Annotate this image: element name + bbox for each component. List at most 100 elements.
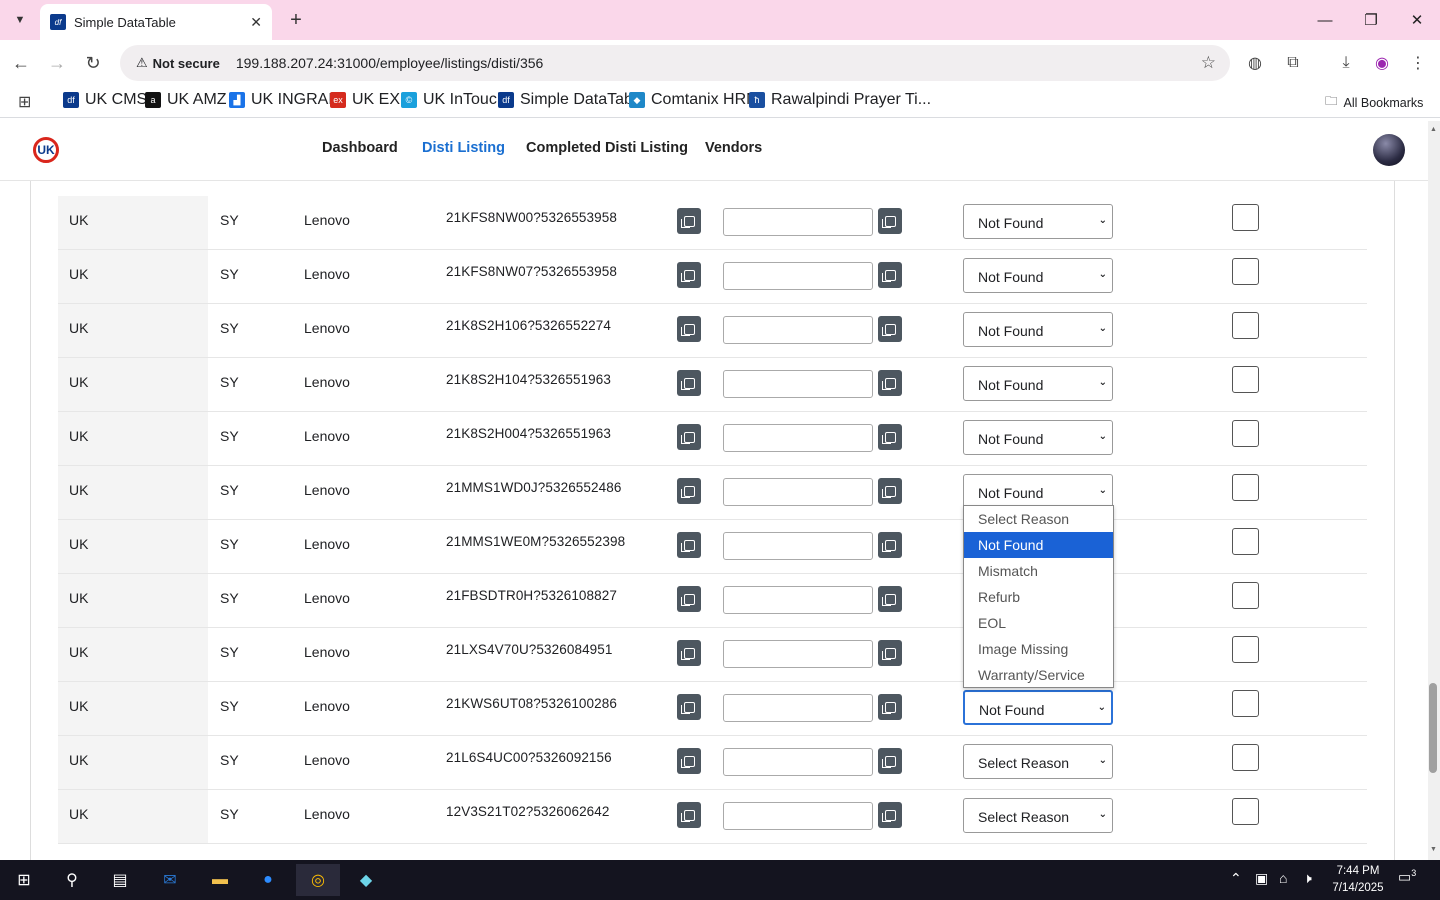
copy-sku-button[interactable] [677, 640, 701, 666]
copy-sku-button[interactable] [677, 424, 701, 450]
paste-link-button[interactable] [878, 262, 902, 288]
paste-link-button[interactable] [878, 802, 902, 828]
extensions-icon[interactable]: ⧉ [1280, 50, 1306, 76]
link-input[interactable] [723, 748, 873, 776]
paste-link-button[interactable] [878, 640, 902, 666]
link-input[interactable] [723, 640, 873, 668]
nav-item[interactable]: Completed Disti Listing [526, 140, 688, 156]
minimize-icon[interactable]: — [1302, 0, 1348, 40]
dropdown-option[interactable]: Mismatch [964, 558, 1113, 584]
system-clock[interactable]: 7:44 PM 7/14/2025 [1323, 863, 1393, 897]
paste-link-button[interactable] [878, 316, 902, 342]
reason-select[interactable]: Not Found⌄ [963, 258, 1113, 293]
paste-link-button[interactable] [878, 478, 902, 504]
download-icon[interactable]: ⤓ [1333, 50, 1359, 76]
row-checkbox[interactable] [1232, 744, 1259, 771]
close-window-icon[interactable]: ✕ [1394, 0, 1440, 40]
paste-link-button[interactable] [878, 370, 902, 396]
reason-select[interactable]: Select Reason ⌄ [963, 744, 1113, 779]
bookmark-star-icon[interactable]: ☆ [1201, 53, 1216, 73]
link-input[interactable] [723, 208, 873, 236]
task-view-icon[interactable]: ▤ [98, 864, 142, 896]
bookmark-item[interactable]: ▟ UK INGRAM [229, 90, 342, 110]
link-input[interactable] [723, 802, 873, 830]
reason-select[interactable]: Not Found⌄ [963, 366, 1113, 401]
bookmark-item[interactable]: ◆ Comtanix HRM [629, 90, 759, 110]
row-checkbox[interactable] [1232, 204, 1259, 231]
wifi-icon[interactable]: ⌂ [1279, 870, 1287, 886]
copy-sku-button[interactable] [677, 370, 701, 396]
bookmark-item[interactable]: ħ Rawalpindi Prayer Ti... [749, 90, 931, 110]
file-explorer-icon[interactable]: ▬ [198, 864, 242, 896]
apps-grid-icon[interactable]: ⊞ [18, 92, 31, 112]
dropdown-option[interactable]: Select Reason [964, 506, 1113, 532]
dropdown-option[interactable]: Refurb [964, 584, 1113, 610]
reason-select[interactable]: Not Found⌄ [963, 312, 1113, 347]
paste-link-button[interactable] [878, 424, 902, 450]
row-checkbox[interactable] [1232, 474, 1259, 501]
reason-dropdown-list[interactable]: Select Reason Not Found Mismatch Refurb EOL I… [963, 505, 1114, 688]
link-input[interactable] [723, 532, 873, 560]
profile-icon[interactable]: ◉ [1369, 50, 1395, 76]
link-input[interactable] [723, 694, 873, 722]
nav-item[interactable]: Vendors [705, 140, 762, 156]
start-windows-icon[interactable]: ⊞ [2, 864, 46, 896]
paste-link-button[interactable] [878, 208, 902, 234]
copy-sku-button[interactable] [677, 586, 701, 612]
bookmark-item[interactable]: © UK InTouch [401, 90, 506, 110]
row-checkbox[interactable] [1232, 582, 1259, 609]
zoom-icon[interactable]: ● [246, 864, 290, 896]
paste-link-button[interactable] [878, 748, 902, 774]
uk-logo[interactable]: UK [33, 137, 59, 163]
volume-muted-icon[interactable]: 🕨 [1303, 870, 1312, 887]
reload-icon[interactable]: ↻ [80, 50, 106, 76]
bookmark-item[interactable]: df Simple DataTable [498, 90, 645, 110]
row-checkbox[interactable] [1232, 312, 1259, 339]
row-checkbox[interactable] [1232, 636, 1259, 663]
row-checkbox[interactable] [1232, 258, 1259, 285]
outlook-icon[interactable]: ✉ [148, 864, 192, 896]
row-checkbox[interactable] [1232, 528, 1259, 555]
link-input[interactable] [723, 478, 873, 506]
copy-sku-button[interactable] [677, 208, 701, 234]
scrollbar-thumb[interactable] [1429, 683, 1437, 773]
bookmark-item[interactable]: ex UK EX [330, 90, 400, 110]
link-input[interactable] [723, 424, 873, 452]
paste-link-button[interactable] [878, 586, 902, 612]
chrome-icon[interactable]: ◎ [296, 864, 340, 896]
scroll-down-icon[interactable]: ▼ [1430, 846, 1437, 853]
row-checkbox[interactable] [1232, 690, 1259, 717]
reason-select[interactable]: Select Reason ⌄ [963, 798, 1113, 833]
dropdown-option[interactable]: EOL [964, 610, 1113, 636]
back-icon[interactable]: ← [8, 50, 34, 76]
security-indicator[interactable]: ⚠ Not secure [128, 50, 228, 76]
link-input[interactable] [723, 262, 873, 290]
bookmark-item[interactable]: a UK AMZ [145, 90, 227, 110]
row-checkbox[interactable] [1232, 366, 1259, 393]
dropdown-option[interactable]: Warranty/Service [964, 662, 1113, 688]
copy-sku-button[interactable] [677, 802, 701, 828]
notifications-icon[interactable]: ▭3 [1398, 868, 1416, 886]
copy-sku-button[interactable] [677, 532, 701, 558]
row-checkbox[interactable] [1232, 798, 1259, 825]
copy-sku-button[interactable] [677, 478, 701, 504]
paste-link-button[interactable] [878, 532, 902, 558]
reason-select[interactable]: Not Found⌄ [963, 690, 1113, 725]
link-input[interactable] [723, 586, 873, 614]
address-bar[interactable]: ⚠ Not secure 199.188.207.24:31000/employe… [120, 45, 1230, 81]
copy-sku-button[interactable] [677, 262, 701, 288]
paste-link-button[interactable] [878, 694, 902, 720]
copy-sku-button[interactable] [677, 694, 701, 720]
reason-select[interactable]: Not Found⌄ [963, 420, 1113, 455]
user-avatar[interactable] [1373, 134, 1405, 166]
reason-select[interactable]: Not Found⌄ [963, 204, 1113, 239]
nav-item[interactable]: Dashboard [322, 140, 398, 156]
search-icon[interactable]: ⚲ [50, 864, 94, 896]
all-bookmarks[interactable]: 🗀 All Bookmarks [1325, 92, 1423, 113]
link-input[interactable] [723, 316, 873, 344]
link-input[interactable] [723, 370, 873, 398]
network-warning-icon[interactable]: ▣ [1255, 870, 1268, 887]
copy-sku-button[interactable] [677, 316, 701, 342]
menu-kebab-icon[interactable]: ⋮ [1405, 50, 1431, 76]
tray-chevron-up-icon[interactable]: ⌃ [1230, 870, 1242, 887]
